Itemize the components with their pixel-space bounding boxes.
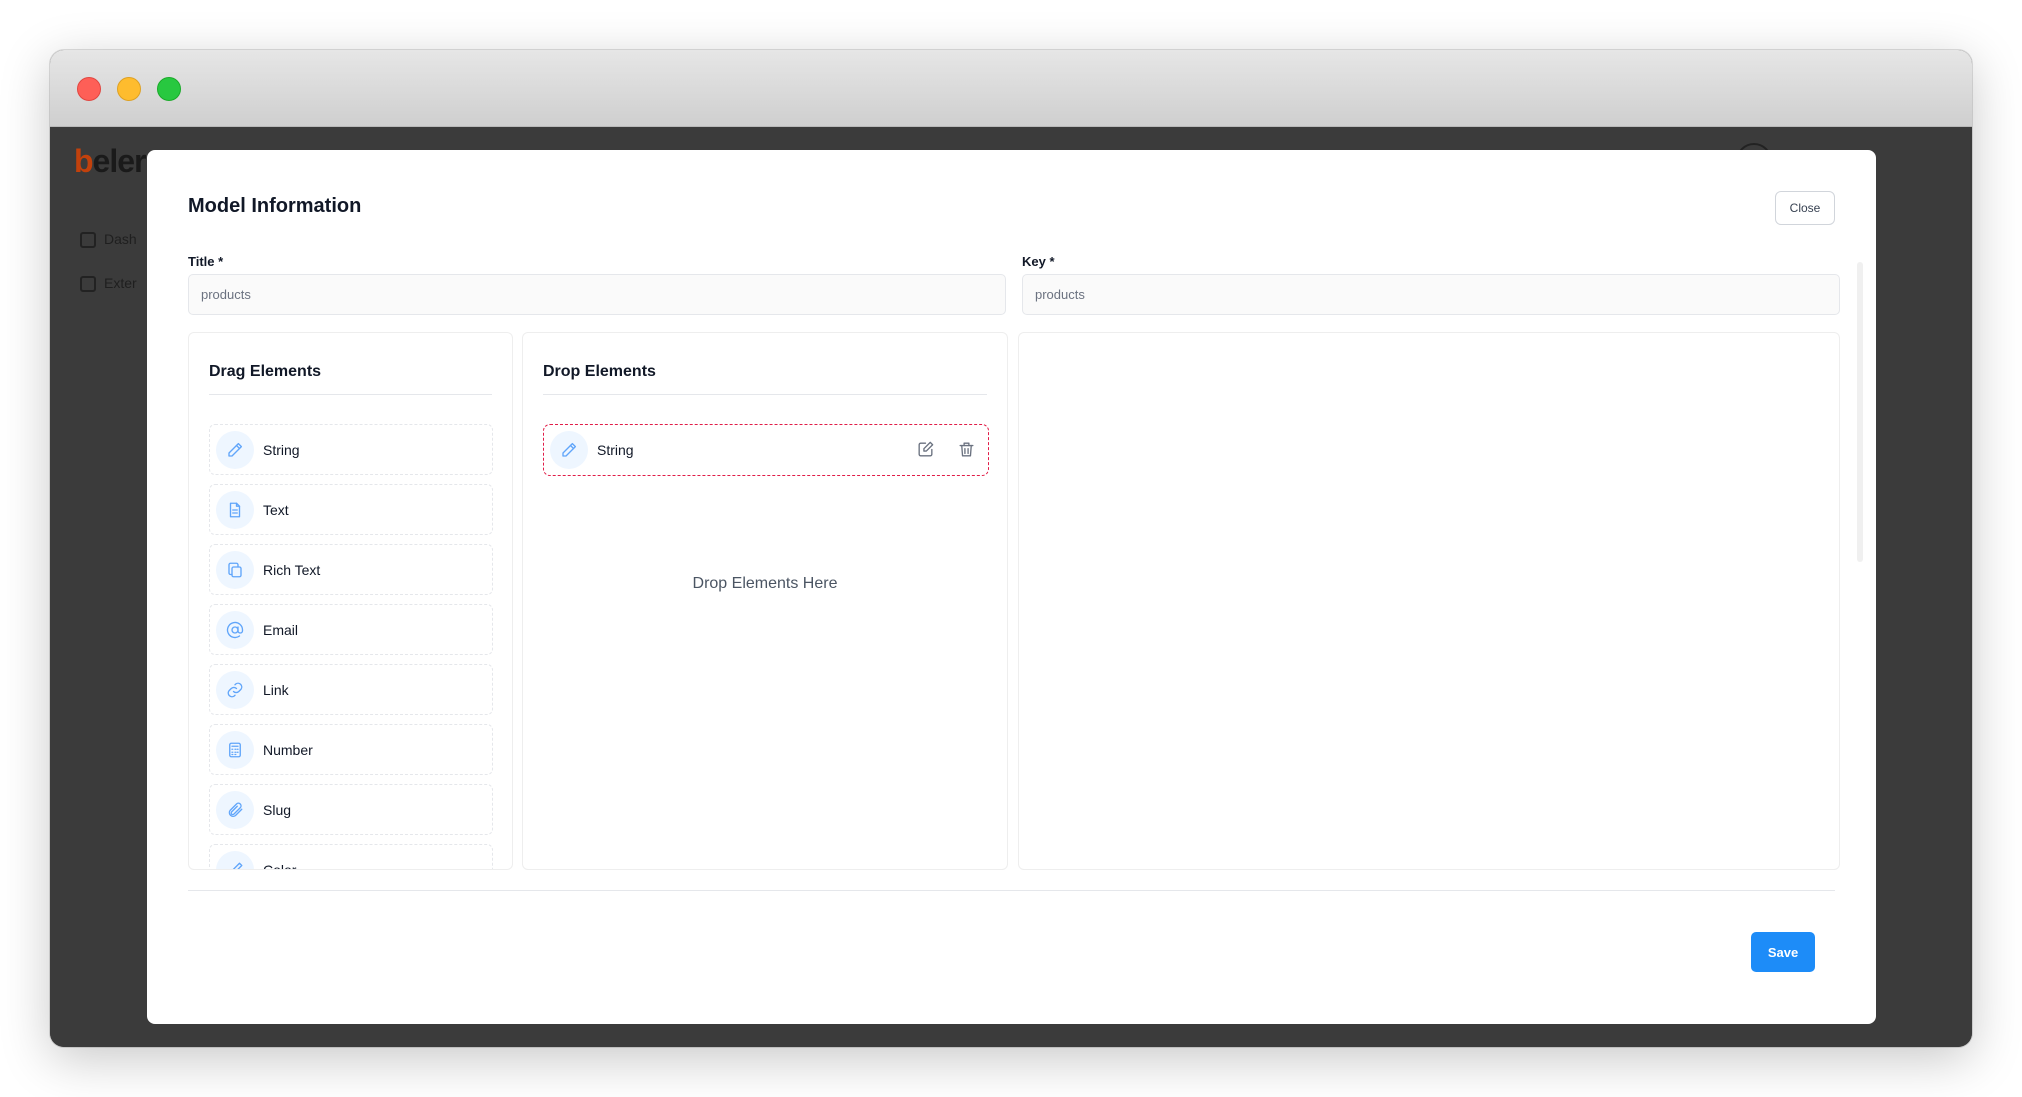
footer-divider	[188, 890, 1835, 891]
dropped-item-label: String	[597, 442, 634, 458]
drag-item-email[interactable]: Email	[209, 604, 493, 655]
pen-icon	[216, 851, 254, 869]
model-information-modal: Model Information Close Title * Key * Dr…	[147, 150, 1876, 1024]
key-input[interactable]	[1022, 274, 1840, 315]
close-button[interactable]: Close	[1775, 191, 1835, 225]
drag-item-label: Color	[263, 862, 297, 870]
drag-item-label: Link	[263, 682, 289, 698]
drag-item-color[interactable]: Color	[209, 844, 493, 870]
browser-window: beler Dash Exter Model Information Close…	[50, 50, 1972, 1047]
calculator-icon	[216, 731, 254, 769]
modal-scrollbar[interactable]	[1857, 262, 1863, 562]
drag-item-slug[interactable]: Slug	[209, 784, 493, 835]
trash-icon[interactable]	[957, 440, 976, 464]
maximize-window-button[interactable]	[157, 77, 181, 101]
minimize-window-button[interactable]	[117, 77, 141, 101]
close-window-button[interactable]	[77, 77, 101, 101]
drag-item-label: Number	[263, 742, 313, 758]
drag-item-number[interactable]: Number	[209, 724, 493, 775]
drag-item-label: Slug	[263, 802, 292, 818]
key-field-label: Key *	[1022, 254, 1055, 269]
grid-icon	[80, 232, 96, 249]
drop-placeholder-text: Drop Elements Here	[692, 575, 838, 592]
grid-icon	[80, 276, 96, 293]
drag-elements-panel: Drag Elements String Text Rich Text Emai…	[188, 332, 513, 870]
drag-item-label: Text	[263, 502, 289, 518]
pencil-icon	[216, 431, 254, 469]
modal-title: Model Information	[188, 195, 362, 217]
copy-icon	[216, 551, 254, 589]
item-actions	[916, 440, 976, 464]
drag-elements-heading: Drag Elements	[209, 363, 322, 380]
sidebar-item-dashboard[interactable]: Dash	[80, 231, 137, 249]
drag-item-rich-text[interactable]: Rich Text	[209, 544, 493, 595]
edit-icon[interactable]	[916, 440, 935, 464]
app-logo[interactable]: beler	[74, 143, 146, 180]
title-input[interactable]	[188, 274, 1006, 315]
pencil-icon	[550, 431, 588, 469]
link-icon	[216, 671, 254, 709]
save-button[interactable]: Save	[1751, 932, 1815, 972]
drop-elements-panel[interactable]: Drop Elements String Drop Elements Here	[522, 332, 1008, 870]
dropped-item-string[interactable]: String	[543, 424, 989, 476]
document-icon	[216, 491, 254, 529]
drag-item-label: String	[263, 442, 300, 458]
drag-item-link[interactable]: Link	[209, 664, 493, 715]
drag-item-label: Rich Text	[263, 562, 321, 578]
at-icon	[216, 611, 254, 649]
element-settings-panel	[1018, 332, 1840, 870]
drag-item-label: Email	[263, 622, 299, 638]
divider	[543, 394, 987, 395]
drag-item-text[interactable]: Text	[209, 484, 493, 535]
drag-item-string[interactable]: String	[209, 424, 493, 475]
drop-elements-heading: Drop Elements	[543, 363, 656, 380]
title-field-label: Title *	[188, 254, 224, 269]
sidebar-item-extensions[interactable]: Exter	[80, 275, 137, 293]
window-titlebar	[50, 50, 1972, 127]
divider	[209, 394, 492, 395]
paperclip-icon	[216, 791, 254, 829]
